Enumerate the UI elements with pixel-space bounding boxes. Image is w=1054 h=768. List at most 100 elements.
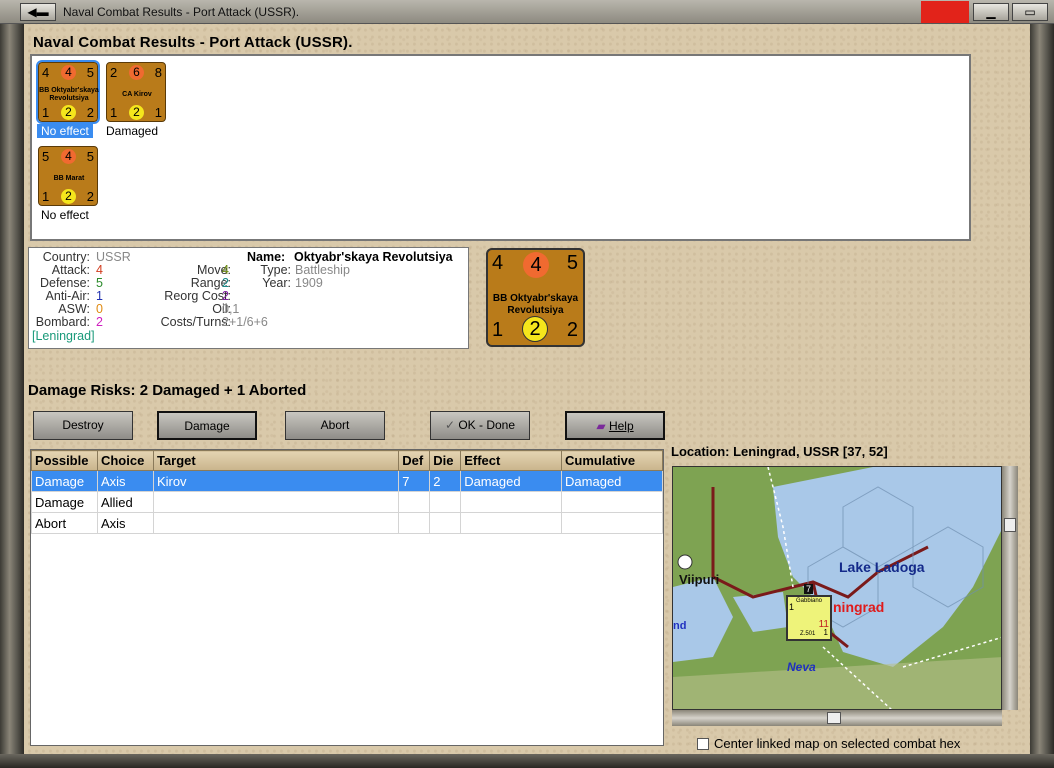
table-row[interactable]: Abort Axis bbox=[31, 512, 663, 534]
asw-value: 0 bbox=[96, 302, 103, 316]
counter-defense: 4 bbox=[523, 252, 549, 278]
map-label-river: Neva bbox=[787, 660, 816, 674]
reorg-value: 2 bbox=[222, 289, 229, 303]
ok-done-label: OK - Done bbox=[458, 418, 516, 432]
close-button[interactable] bbox=[921, 1, 969, 23]
units-panel: 4 4 5 BB Oktyabr'skaya Revolutsiya 1 2 2… bbox=[30, 54, 971, 241]
minimize-button[interactable]: ▁ bbox=[973, 3, 1009, 21]
bombard-value: 2 bbox=[96, 315, 103, 329]
ok-done-button[interactable]: ✓ OK - Done bbox=[430, 411, 530, 440]
map-terrain bbox=[673, 467, 1001, 709]
cell-choice: Axis bbox=[96, 512, 154, 534]
counter-other: 1 bbox=[154, 105, 162, 120]
linked-map[interactable]: Lake Ladoga Viipuri ningrad Neva nd Gabb… bbox=[672, 466, 1002, 710]
name-value: Oktyabr'skaya Revolutsiya bbox=[294, 250, 453, 264]
counter-other: 2 bbox=[86, 189, 94, 204]
checkbox-box[interactable] bbox=[697, 738, 709, 750]
cell-possible: Abort bbox=[31, 512, 98, 534]
counter-move: 1 bbox=[42, 105, 50, 120]
map-unit-stack[interactable]: Gabbiano 1 11 Z.501 1 bbox=[786, 595, 832, 641]
counter-antiair: 5 bbox=[86, 65, 94, 80]
map-label-city1: Viipuri bbox=[679, 572, 720, 587]
counter-other: 2 bbox=[86, 105, 94, 120]
system-menu-button[interactable]: ◀▬ bbox=[20, 3, 56, 21]
vscroll-thumb[interactable] bbox=[1004, 518, 1016, 532]
reorg-label: Reorg Cost: bbox=[164, 289, 231, 303]
center-map-checkbox[interactable]: Center linked map on selected combat hex bbox=[697, 736, 960, 751]
oil-value: 0,1 bbox=[222, 302, 240, 316]
title-bar: ◀▬ Naval Combat Results - Port Attack (U… bbox=[0, 0, 1054, 24]
bottom-frame bbox=[0, 754, 1054, 768]
col-target[interactable]: Target bbox=[152, 450, 400, 471]
table-header-row: Possible Choice Target Def Die Effect Cu… bbox=[31, 450, 663, 471]
counter-attack: 4 bbox=[492, 252, 504, 274]
cell-choice: Allied bbox=[96, 491, 154, 513]
table-row[interactable]: Damage Axis Kirov 7 2 Damaged Damaged bbox=[31, 470, 663, 492]
col-cumulative[interactable]: Cumulative bbox=[561, 450, 663, 471]
counter-defense: 4 bbox=[61, 149, 76, 164]
cell-cumulative bbox=[561, 491, 663, 513]
costs-label: Costs/Turns: bbox=[160, 315, 231, 329]
help-button[interactable]: ▰ Help bbox=[565, 411, 665, 440]
cell-cumulative bbox=[561, 512, 663, 534]
defense-label: Defense: bbox=[39, 276, 90, 290]
unit-status-label: Damaged bbox=[106, 124, 159, 138]
antiair-value: 1 bbox=[96, 289, 103, 303]
cell-target bbox=[152, 491, 400, 513]
cell-cumulative: Damaged bbox=[561, 470, 663, 492]
country-value: USSR bbox=[96, 250, 131, 264]
abort-button[interactable]: Abort bbox=[285, 411, 385, 440]
counter-name2: Revolutsiya bbox=[507, 305, 564, 316]
counter-name: BB Oktyabr'skaya bbox=[39, 87, 99, 94]
col-def[interactable]: Def bbox=[398, 450, 431, 471]
stack-count-badge: 7 bbox=[804, 584, 814, 594]
cell-die: 2 bbox=[429, 470, 462, 492]
unit-counter-oktyabrskaya[interactable]: 4 4 5 BB Oktyabr'skaya Revolutsiya 1 2 2 bbox=[36, 60, 100, 124]
hscroll-thumb[interactable] bbox=[827, 712, 841, 724]
table-row[interactable]: Damage Allied bbox=[31, 491, 663, 513]
damage-risks: Damage Risks: 2 Damaged + 1 Aborted bbox=[28, 382, 307, 399]
unit-counter-kirov[interactable]: 2 6 8 CA Kirov 1 2 1 bbox=[106, 62, 166, 122]
cell-die bbox=[429, 512, 462, 534]
attack-label: Attack: bbox=[51, 263, 90, 277]
cell-def bbox=[398, 512, 431, 534]
map-vertical-scrollbar[interactable] bbox=[1002, 466, 1018, 710]
col-choice[interactable]: Choice bbox=[96, 450, 154, 471]
counter-defense: 4 bbox=[61, 65, 76, 80]
costs-value: 2+1/6+6 bbox=[222, 315, 268, 329]
counter-move: 1 bbox=[42, 189, 50, 204]
destroy-button[interactable]: Destroy bbox=[33, 411, 133, 440]
cell-target: Kirov bbox=[152, 470, 400, 492]
map-horizontal-scrollbar[interactable] bbox=[672, 710, 1002, 726]
asw-label: ASW: bbox=[58, 302, 90, 316]
col-effect[interactable]: Effect bbox=[460, 450, 563, 471]
counter-attack: 4 bbox=[42, 65, 50, 80]
help-label: Help bbox=[608, 419, 634, 433]
stack-id: Z.501 bbox=[800, 631, 816, 637]
cell-die bbox=[429, 491, 462, 513]
counter-move: 1 bbox=[492, 319, 504, 341]
type-value: Battleship bbox=[295, 263, 350, 277]
cell-possible: Damage bbox=[31, 470, 98, 492]
checkbox-label: Center linked map on selected combat hex bbox=[714, 736, 961, 751]
app-window: ◀▬ Naval Combat Results - Port Attack (U… bbox=[0, 0, 1054, 768]
col-die[interactable]: Die bbox=[429, 450, 462, 471]
left-frame bbox=[0, 24, 24, 754]
check-icon: ✓ bbox=[444, 418, 455, 432]
counter-name2: Revolutsiya bbox=[49, 95, 89, 102]
combat-results-table: Possible Choice Target Def Die Effect Cu… bbox=[30, 449, 664, 746]
bombard-label: Bombard: bbox=[35, 315, 90, 329]
right-frame bbox=[1030, 24, 1054, 754]
maximize-button[interactable]: ▭ bbox=[1012, 3, 1048, 21]
counter-other: 2 bbox=[566, 319, 578, 341]
cell-effect: Damaged bbox=[460, 470, 563, 492]
col-possible[interactable]: Possible bbox=[31, 450, 98, 471]
counter-name: BB Oktyabr'skaya bbox=[492, 293, 579, 304]
selected-unit-counter: 4 4 5 BB Oktyabr'skaya Revolutsiya 1 2 2 bbox=[486, 248, 585, 347]
stack-left: 1 bbox=[789, 602, 795, 612]
counter-name: BB Marat bbox=[53, 175, 85, 182]
window-title: Naval Combat Results - Port Attack (USSR… bbox=[63, 5, 300, 19]
counter-attack: 2 bbox=[110, 65, 118, 80]
unit-counter-marat[interactable]: 5 4 5 BB Marat 1 2 2 bbox=[38, 146, 98, 206]
damage-button[interactable]: Damage bbox=[157, 411, 257, 440]
